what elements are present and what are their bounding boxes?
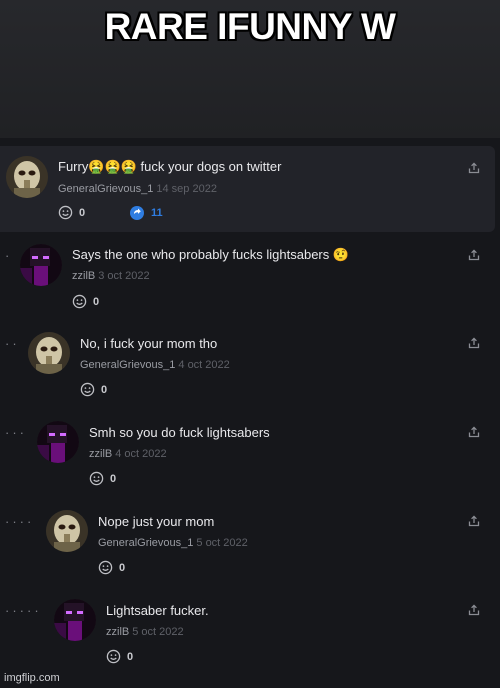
share-icon — [468, 337, 480, 349]
smile-button[interactable]: 0 — [58, 205, 85, 220]
share-icon — [468, 426, 480, 438]
share-button[interactable] — [468, 249, 480, 261]
username[interactable]: GeneralGrievous_1 — [98, 537, 193, 549]
comment-meta: zzilB 4 oct 2022 — [89, 448, 167, 460]
reply-bubble-icon — [130, 206, 144, 220]
smile-icon — [72, 294, 87, 309]
comment-text: Smh so you do fuck lightsabers — [89, 425, 270, 440]
thread-depth-dots: ··· — [5, 425, 27, 440]
username[interactable]: zzilB — [106, 626, 129, 638]
share-button[interactable] — [468, 162, 480, 174]
thread-depth-dots: ·· — [5, 336, 20, 351]
replies-count: 11 — [151, 207, 163, 219]
general-grievous-avatar[interactable] — [28, 332, 70, 374]
share-button[interactable] — [468, 515, 480, 527]
comment-text: Lightsaber fucker. — [106, 603, 209, 618]
smile-count: 0 — [93, 295, 100, 308]
comment-text: Furry🤮🤮🤮 fuck your dogs on twitter — [58, 159, 282, 174]
meme-caption: RARE IFUNNY W — [104, 6, 396, 47]
share-button[interactable] — [468, 426, 480, 438]
smile-icon — [58, 205, 73, 220]
comment-text: Nope just your mom — [98, 514, 215, 529]
username[interactable]: zzilB — [72, 270, 95, 282]
smile-icon — [89, 471, 104, 486]
smile-button[interactable]: 0 — [106, 649, 133, 664]
comment-thread: Furry🤮🤮🤮 fuck your dogs on twitter Gener… — [0, 138, 500, 688]
share-icon — [468, 604, 480, 616]
comment-meta: GeneralGrievous_1 5 oct 2022 — [98, 537, 248, 549]
comment-row: ···· Nope just your mom GeneralGrievous_… — [0, 504, 500, 588]
smile-icon — [80, 382, 95, 397]
smile-button[interactable]: 0 — [80, 382, 107, 397]
smile-count: 0 — [127, 650, 134, 663]
smile-icon — [98, 560, 113, 575]
share-button[interactable] — [468, 337, 480, 349]
comment-date: 5 oct 2022 — [132, 626, 184, 638]
comment-row: ····· Lightsaber fucker. zzilB 5 oct 2022… — [0, 593, 500, 679]
username[interactable]: GeneralGrievous_1 — [58, 183, 153, 195]
replies-button[interactable]: 11 — [129, 205, 163, 221]
enderman-avatar[interactable] — [54, 599, 96, 641]
smile-count: 0 — [79, 206, 86, 219]
comment-date: 4 oct 2022 — [115, 448, 167, 460]
thread-depth-dots: · — [5, 248, 13, 263]
enderman-avatar[interactable] — [20, 244, 62, 286]
share-button[interactable] — [468, 604, 480, 616]
comment-meta: GeneralGrievous_1 4 oct 2022 — [80, 359, 230, 371]
smile-button[interactable]: 0 — [72, 294, 99, 309]
share-icon — [468, 249, 480, 261]
comment-row: Furry🤮🤮🤮 fuck your dogs on twitter Gener… — [0, 146, 495, 232]
smile-button[interactable]: 0 — [98, 560, 125, 575]
comment-text: Says the one who probably fucks lightsab… — [72, 247, 350, 262]
enderman-avatar[interactable] — [37, 421, 79, 463]
vomit-emoji: 🤮🤮🤮 — [88, 159, 137, 174]
comment-date: 14 sep 2022 — [156, 183, 217, 195]
smile-icon — [106, 649, 121, 664]
smile-count: 0 — [119, 561, 126, 574]
general-grievous-avatar[interactable] — [6, 156, 48, 198]
comment-meta: zzilB 5 oct 2022 — [106, 626, 184, 638]
smile-count: 0 — [101, 383, 108, 396]
comment-row: · Says the one who probably fucks lights… — [0, 238, 500, 322]
comment-date: 5 oct 2022 — [196, 537, 248, 549]
comment-text: No, i fuck your mom tho — [80, 336, 218, 351]
comment-date: 4 oct 2022 — [178, 359, 230, 371]
share-icon — [468, 515, 480, 527]
general-grievous-avatar[interactable] — [46, 510, 88, 552]
thread-depth-dots: ···· — [5, 514, 35, 529]
smile-count: 0 — [110, 472, 117, 485]
share-icon — [468, 162, 480, 174]
smile-button[interactable]: 0 — [89, 471, 116, 486]
imgflip-watermark: imgflip.com — [4, 672, 60, 684]
thread-depth-dots: ····· — [5, 603, 42, 618]
username[interactable]: GeneralGrievous_1 — [80, 359, 175, 371]
comment-row: ··· Smh so you do fuck lightsabers zzilB… — [0, 415, 500, 499]
comment-date: 3 oct 2022 — [98, 270, 150, 282]
comment-row: ·· No, i fuck your mom tho GeneralGrievo… — [0, 326, 500, 410]
comment-meta: zzilB 3 oct 2022 — [72, 270, 150, 282]
username[interactable]: zzilB — [89, 448, 112, 460]
raised-eyebrow-emoji: 🤨 — [332, 247, 350, 262]
comment-meta: GeneralGrievous_1 14 sep 2022 — [58, 183, 217, 195]
